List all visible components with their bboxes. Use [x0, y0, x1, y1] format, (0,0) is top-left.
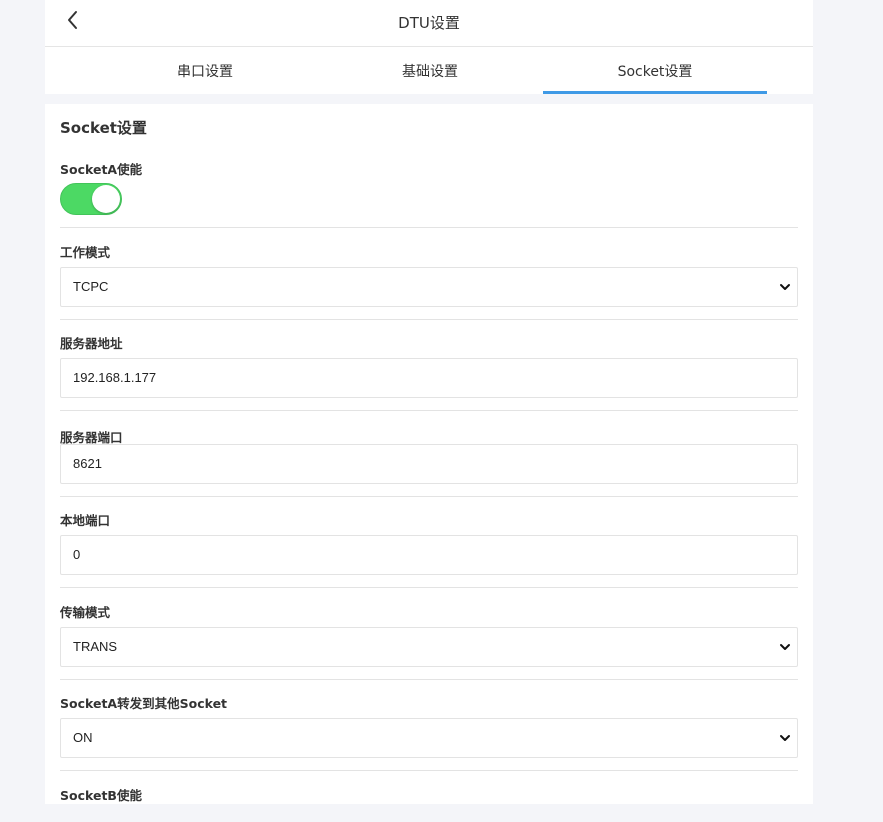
server-port-input[interactable]: 8621: [60, 444, 798, 484]
socketa-enable-field: SocketA使能: [60, 157, 798, 228]
app-container: DTU设置 串口设置 基础设置 Socket设置 Socket设置 Socket…: [45, 0, 813, 804]
transfer-mode-value: TRANS: [73, 639, 118, 654]
work-mode-select[interactable]: TCPC: [60, 267, 798, 307]
socketa-forward-value: ON: [73, 730, 93, 745]
local-port-field: 本地端口 0: [60, 509, 798, 588]
active-tab-indicator: [543, 91, 767, 94]
socket-settings-panel: Socket设置 SocketA使能 工作模式 TCPC 服务器地址 192.1…: [45, 104, 813, 804]
field-label: 本地端口: [60, 513, 111, 528]
tab-label: 基础设置: [402, 64, 458, 80]
field-label: SocketA使能: [60, 162, 143, 177]
section-title: Socket设置: [60, 119, 147, 137]
tab-bar: 串口设置 基础设置 Socket设置: [45, 47, 813, 94]
chevron-down-icon: [780, 284, 790, 290]
work-mode-value: TCPC: [73, 279, 109, 294]
server-address-input[interactable]: 192.168.1.177: [60, 358, 798, 398]
server-port-field: 服务器端口 8621: [60, 426, 798, 497]
field-label: SocketB使能: [60, 788, 142, 803]
socketa-forward-field: SocketA转发到其他Socket ON: [60, 692, 798, 771]
page-title: DTU设置: [398, 14, 460, 32]
socketb-enable-field: SocketB使能: [60, 782, 798, 822]
toggle-knob: [92, 185, 120, 213]
tab-serial-settings[interactable]: 串口设置: [93, 47, 317, 94]
tab-label: Socket设置: [617, 64, 693, 80]
tab-basic-settings[interactable]: 基础设置: [318, 47, 542, 94]
tab-label: 串口设置: [177, 64, 233, 80]
transfer-mode-field: 传输模式 TRANS: [60, 601, 798, 680]
local-port-input[interactable]: 0: [60, 535, 798, 575]
field-label: 传输模式: [60, 605, 111, 620]
chevron-down-icon: [780, 644, 790, 650]
field-label: 工作模式: [60, 245, 111, 260]
chevron-down-icon: [780, 735, 790, 741]
nav-bar: DTU设置: [45, 0, 813, 47]
transfer-mode-select[interactable]: TRANS: [60, 627, 798, 667]
field-label: SocketA转发到其他Socket: [60, 696, 228, 711]
local-port-value: 0: [73, 547, 81, 562]
server-port-value: 8621: [73, 456, 102, 471]
socketa-forward-select[interactable]: ON: [60, 718, 798, 758]
server-address-field: 服务器地址 192.168.1.177: [60, 332, 798, 411]
work-mode-field: 工作模式 TCPC: [60, 241, 798, 320]
socketa-enable-toggle[interactable]: [60, 183, 122, 215]
server-address-value: 192.168.1.177: [73, 370, 157, 385]
field-label: 服务器地址: [60, 336, 123, 351]
tab-socket-settings[interactable]: Socket设置: [543, 47, 767, 94]
